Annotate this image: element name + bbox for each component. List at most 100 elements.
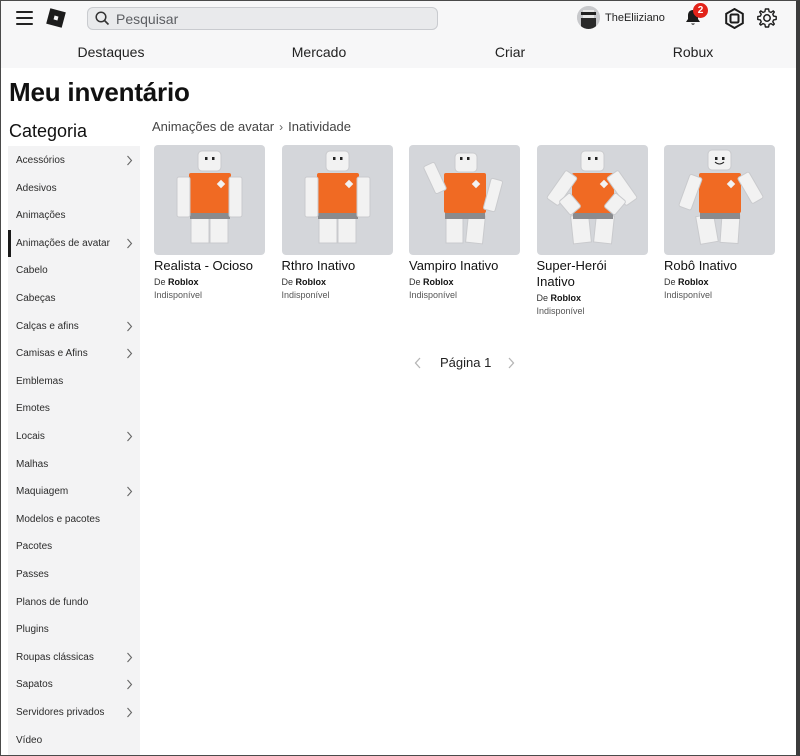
item-name[interactable]: Robô Inativo bbox=[664, 258, 775, 274]
sidebar-item[interactable]: Animações bbox=[8, 202, 140, 229]
creator-prefix: De bbox=[664, 277, 676, 287]
item-status: Indisponível bbox=[281, 290, 330, 300]
sidebar-item-label: Servidores privados bbox=[16, 707, 105, 718]
item-card[interactable]: Rthro Inativo De Roblox Indisponível bbox=[281, 145, 393, 302]
item-status: Indisponível bbox=[664, 290, 713, 300]
breadcrumb-parent[interactable]: Animações de avatar bbox=[152, 119, 274, 134]
sidebar-item[interactable]: Emotes bbox=[8, 395, 140, 422]
hamburger-menu-icon[interactable] bbox=[16, 11, 33, 25]
chevron-right-icon bbox=[127, 155, 133, 166]
sidebar-item-label: Animações bbox=[16, 210, 66, 222]
nav-mercado[interactable]: Mercado bbox=[292, 44, 346, 60]
sidebar-item[interactable]: Pacotes bbox=[8, 533, 140, 560]
next-page-icon[interactable] bbox=[507, 357, 515, 369]
sidebar-item[interactable]: Camisas e Afins bbox=[8, 340, 140, 367]
sidebar-item[interactable]: Passes bbox=[8, 561, 140, 588]
sidebar-item-label: Malhas bbox=[16, 458, 49, 470]
item-name[interactable]: Rthro Inativo bbox=[282, 258, 393, 274]
creator-link[interactable]: Roblox bbox=[168, 277, 199, 287]
item-thumbnail[interactable] bbox=[409, 145, 520, 255]
search-input[interactable] bbox=[116, 10, 416, 27]
page-title: Meu inventário bbox=[9, 77, 190, 107]
breadcrumb: Animações de avatar › Inatividade bbox=[152, 119, 351, 134]
item-name[interactable]: Realista - Ocioso bbox=[154, 258, 265, 274]
chevron-right-icon bbox=[127, 321, 133, 331]
item-card[interactable]: Vampiro Inativo De Roblox Indisponível bbox=[409, 145, 520, 302]
chevron-right-icon bbox=[127, 238, 133, 249]
item-thumbnail[interactable] bbox=[664, 145, 775, 255]
sidebar-item-label: Locais bbox=[16, 431, 45, 442]
gear-icon[interactable] bbox=[756, 7, 778, 29]
username: TheEliiziano bbox=[605, 11, 665, 24]
item-name[interactable]: Vampiro Inativo bbox=[409, 258, 520, 274]
notification-badge: 2 bbox=[693, 3, 708, 18]
sidebar-item-label: Cabelo bbox=[16, 265, 48, 277]
sidebar-item[interactable]: Emblemas bbox=[8, 368, 140, 395]
creator-link[interactable]: Roblox bbox=[551, 293, 582, 303]
item-thumbnail[interactable] bbox=[536, 145, 648, 255]
sidebar-item-label: Plugins bbox=[16, 624, 49, 636]
breadcrumb-separator-icon: › bbox=[279, 119, 284, 134]
sidebar-item-label: Adesivos bbox=[16, 182, 57, 194]
previous-page-icon[interactable] bbox=[414, 357, 422, 369]
chevron-right-icon bbox=[127, 680, 133, 690]
sidebar-item-label: Vídeo bbox=[16, 734, 43, 746]
creator-link[interactable]: Roblox bbox=[678, 277, 709, 287]
nav-destaques[interactable]: Destaques bbox=[78, 44, 145, 60]
item-creator: De Roblox bbox=[537, 292, 648, 305]
item-card[interactable]: Robô Inativo De Roblox Indisponível bbox=[664, 145, 775, 302]
search-icon bbox=[95, 11, 110, 26]
user-profile[interactable]: TheEliiziano bbox=[577, 6, 665, 29]
item-name[interactable]: Super-Herói Inativo bbox=[537, 258, 648, 290]
creator-prefix: De bbox=[281, 277, 294, 287]
category-title: Categoria bbox=[9, 121, 88, 141]
sidebar-item[interactable]: Adesivos bbox=[8, 175, 140, 202]
sidebar-item[interactable]: Calças e afins bbox=[8, 313, 140, 340]
sidebar-item-label: Emotes bbox=[16, 403, 50, 415]
chevron-right-icon bbox=[127, 431, 133, 442]
sidebar-item-label: Passes bbox=[16, 569, 49, 580]
sidebar-item[interactable]: Vídeo bbox=[8, 727, 140, 754]
item-thumbnail[interactable] bbox=[281, 145, 393, 255]
chevron-right-icon bbox=[127, 652, 133, 663]
item-card[interactable]: Realista - Ocioso De Roblox Indisponível bbox=[154, 145, 265, 302]
pagination: Página 1 bbox=[410, 354, 520, 372]
sidebar-item[interactable]: Cabelo bbox=[8, 257, 140, 284]
sidebar-item-label: Calças e afins bbox=[16, 320, 79, 332]
roblox-logo[interactable] bbox=[45, 7, 67, 29]
nav-robux[interactable]: Robux bbox=[673, 44, 713, 60]
item-creator: De Roblox bbox=[409, 276, 520, 289]
item-card[interactable]: Super-Herói Inativo De Roblox Indisponível bbox=[536, 145, 648, 318]
sidebar-item[interactable]: Acessórios bbox=[8, 147, 140, 174]
sidebar-item-label: Acessórios bbox=[16, 155, 65, 166]
scrollbar[interactable] bbox=[796, 37, 800, 487]
sidebar-item[interactable]: Plugins bbox=[8, 616, 140, 643]
nav-criar[interactable]: Criar bbox=[495, 44, 525, 60]
sidebar-item-label: Roupas clássicas bbox=[16, 651, 94, 663]
item-creator: De Roblox bbox=[282, 276, 393, 289]
sidebar-item[interactable]: Malhas bbox=[8, 451, 140, 478]
sidebar-item-label: Camisas e Afins bbox=[16, 348, 88, 360]
sidebar-item[interactable]: Planos de fundo bbox=[8, 589, 140, 616]
robux-icon[interactable] bbox=[724, 8, 745, 29]
sidebar-item[interactable]: Locais bbox=[8, 423, 140, 450]
sidebar-item-label: Planos de fundo bbox=[16, 596, 89, 608]
sidebar-item[interactable]: Animações de avatar bbox=[8, 229, 140, 257]
sidebar-item[interactable]: Sapatos bbox=[8, 671, 140, 698]
item-creator: De Roblox bbox=[664, 276, 775, 289]
item-creator: De Roblox bbox=[154, 276, 265, 289]
sidebar-item-label: Cabeças bbox=[16, 293, 56, 304]
search-bar[interactable] bbox=[87, 7, 438, 30]
sidebar-item[interactable]: Servidores privados bbox=[8, 699, 140, 726]
sidebar-item[interactable]: Roupas clássicas bbox=[8, 644, 140, 671]
sidebar-item[interactable]: Maquiagem bbox=[8, 478, 140, 505]
sidebar-item[interactable]: Cabeças bbox=[8, 285, 140, 312]
creator-link[interactable]: Roblox bbox=[296, 277, 327, 287]
sidebar-item[interactable]: Modelos e pacotes bbox=[8, 506, 140, 533]
item-status: Indisponível bbox=[154, 290, 203, 300]
sidebar-item-label: Pacotes bbox=[16, 541, 53, 553]
creator-link[interactable]: Roblox bbox=[423, 277, 454, 287]
item-thumbnail[interactable] bbox=[154, 145, 265, 255]
sidebar-item-label: Animações de avatar bbox=[16, 237, 110, 249]
main-nav: Destaques Mercado Criar Robux bbox=[0, 37, 796, 68]
